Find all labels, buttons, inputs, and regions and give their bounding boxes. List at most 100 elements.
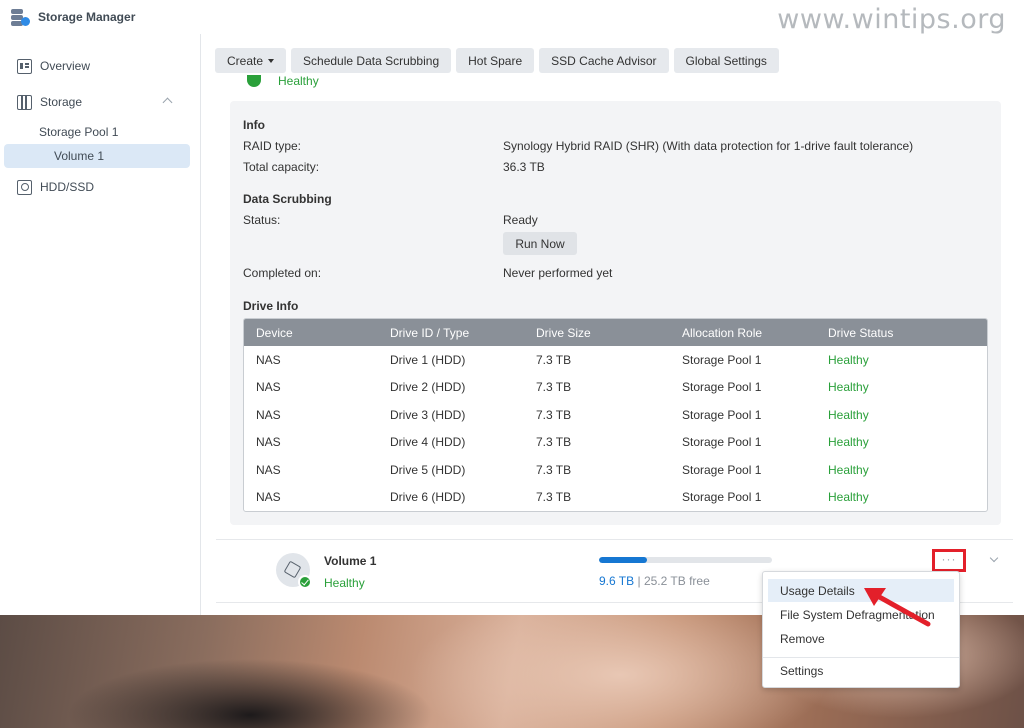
healthy-check-icon <box>298 575 312 589</box>
cell-drive-size: 7.3 TB <box>536 352 572 367</box>
usage-separator: | <box>634 574 644 588</box>
column-header-drive-status[interactable]: Drive Status <box>828 326 974 340</box>
sidebar-item-storage-pool-1[interactable]: Storage Pool 1 <box>0 120 195 144</box>
run-now-button[interactable]: Run Now <box>503 232 577 255</box>
more-options-button[interactable]: ··· <box>932 549 966 572</box>
cell-allocation-role: Storage Pool 1 <box>682 435 762 450</box>
storage-icon <box>17 94 32 110</box>
storage-manager-window: Storage Manager www.wintips.org Overview… <box>0 0 1024 615</box>
cell-drive-size: 7.3 TB <box>536 407 572 422</box>
cell-device: NAS <box>256 407 281 422</box>
sidebar-item-label: HDD/SSD <box>40 180 95 194</box>
toolbar: Create Schedule Data Scrubbing Hot Spare… <box>215 48 779 73</box>
cell-drive-status: Healthy <box>828 352 869 367</box>
cell-drive-size: 7.3 TB <box>536 380 572 395</box>
cell-device: NAS <box>256 380 281 395</box>
sidebar-item-label: Storage <box>40 95 83 109</box>
raid-type-value: Synology Hybrid RAID (SHR) (With data pr… <box>503 139 914 153</box>
drive-info-heading: Drive Info <box>243 299 299 313</box>
data-scrubbing-heading: Data Scrubbing <box>243 192 332 206</box>
scrubbing-status-value: Ready <box>503 213 538 227</box>
table-row[interactable]: NAS Drive 5 (HDD) 7.3 TB Storage Pool 1 … <box>244 456 987 484</box>
global-settings-button[interactable]: Global Settings <box>673 48 779 73</box>
menu-item-settings[interactable]: Settings <box>768 659 954 682</box>
sidebar-item-label: Volume 1 <box>54 149 105 163</box>
column-header-allocation-role[interactable]: Allocation Role <box>682 326 828 340</box>
usage-progress-fill <box>599 557 648 563</box>
cell-drive-id: Drive 4 (HDD) <box>390 435 466 450</box>
annotation-arrow-icon <box>864 588 931 627</box>
title-bar: Storage Manager www.wintips.org <box>0 0 1024 35</box>
cell-drive-id: Drive 1 (HDD) <box>390 352 466 367</box>
cell-drive-status: Healthy <box>828 407 869 422</box>
cell-allocation-role: Storage Pool 1 <box>682 462 762 477</box>
usage-progress-bar <box>599 557 772 563</box>
healthy-check-icon <box>247 75 261 87</box>
hot-spare-button[interactable]: Hot Spare <box>456 48 535 73</box>
cell-drive-status: Healthy <box>828 462 869 477</box>
total-capacity-value: 36.3 TB <box>503 160 545 174</box>
cell-allocation-role: Storage Pool 1 <box>682 352 762 367</box>
app-title: Storage Manager <box>38 10 136 24</box>
cell-allocation-role: Storage Pool 1 <box>682 490 762 505</box>
menu-item-remove[interactable]: Remove <box>768 627 954 650</box>
table-row[interactable]: NAS Drive 1 (HDD) 7.3 TB Storage Pool 1 … <box>244 346 987 374</box>
caret-down-icon <box>268 58 275 63</box>
menu-divider <box>763 657 959 658</box>
cell-allocation-role: Storage Pool 1 <box>682 380 762 395</box>
cell-drive-id: Drive 5 (HDD) <box>390 462 466 477</box>
schedule-data-scrubbing-button[interactable]: Schedule Data Scrubbing <box>291 48 452 73</box>
watermark: www.wintips.org <box>777 4 1006 35</box>
scrubbing-status-label: Status: <box>243 213 281 227</box>
total-capacity-label: Total capacity: <box>243 160 320 174</box>
volume-icon <box>276 553 312 589</box>
completed-on-label: Completed on: <box>243 266 322 280</box>
table-row[interactable]: NAS Drive 6 (HDD) 7.3 TB Storage Pool 1 … <box>244 484 987 512</box>
create-button[interactable]: Create <box>215 48 287 73</box>
sidebar-item-label: Overview <box>40 59 91 73</box>
ssd-cache-advisor-button[interactable]: SSD Cache Advisor <box>539 48 669 73</box>
volume-name: Volume 1 <box>324 554 377 568</box>
cell-drive-size: 7.3 TB <box>536 435 572 450</box>
storage-manager-app-icon <box>10 7 30 27</box>
usage-text: 9.6 TB | 25.2 TB free <box>599 574 710 588</box>
table-row[interactable]: NAS Drive 3 (HDD) 7.3 TB Storage Pool 1 … <box>244 401 987 429</box>
cell-device: NAS <box>256 352 281 367</box>
table-header: Device Drive ID / Type Drive Size Alloca… <box>244 319 987 346</box>
cell-device: NAS <box>256 490 281 505</box>
overview-icon <box>17 58 32 74</box>
volume-status: Healthy <box>324 576 365 590</box>
chevron-up-icon[interactable] <box>162 97 173 108</box>
drive-info-table: Device Drive ID / Type Drive Size Alloca… <box>243 318 988 512</box>
cube-icon <box>283 560 302 579</box>
sidebar-item-overview[interactable]: Overview <box>0 54 195 78</box>
sidebar-item-volume-1[interactable]: Volume 1 <box>4 144 190 168</box>
hdd-icon <box>17 179 32 195</box>
column-header-drive-id[interactable]: Drive ID / Type <box>390 326 536 340</box>
cell-drive-id: Drive 2 (HDD) <box>390 380 466 395</box>
main-content: Create Schedule Data Scrubbing Hot Spare… <box>201 34 1024 615</box>
sidebar-item-storage[interactable]: Storage <box>0 90 195 114</box>
table-row[interactable]: NAS Drive 4 (HDD) 7.3 TB Storage Pool 1 … <box>244 429 987 457</box>
cell-device: NAS <box>256 435 281 450</box>
cell-device: NAS <box>256 462 281 477</box>
info-heading: Info <box>243 118 265 132</box>
sidebar-item-label: Storage Pool 1 <box>39 125 119 139</box>
cell-drive-size: 7.3 TB <box>536 490 572 505</box>
column-header-device[interactable]: Device <box>244 326 390 340</box>
raid-type-label: RAID type: <box>243 139 302 153</box>
more-dots-icon: ··· <box>941 552 957 566</box>
storage-pool-info-panel: Info RAID type: Synology Hybrid RAID (SH… <box>230 101 1001 525</box>
cell-drive-size: 7.3 TB <box>536 462 572 477</box>
completed-on-value: Never performed yet <box>503 266 613 280</box>
cell-drive-status: Healthy <box>828 435 869 450</box>
sidebar: Overview Storage Storage Pool 1 Volume 1… <box>0 34 201 615</box>
sidebar-item-hdd-ssd[interactable]: HDD/SSD <box>0 175 195 199</box>
column-header-drive-size[interactable]: Drive Size <box>536 326 682 340</box>
table-row[interactable]: NAS Drive 2 (HDD) 7.3 TB Storage Pool 1 … <box>244 374 987 402</box>
cell-drive-id: Drive 3 (HDD) <box>390 407 466 422</box>
cell-drive-id: Drive 6 (HDD) <box>390 490 466 505</box>
cell-allocation-role: Storage Pool 1 <box>682 407 762 422</box>
pool-status: Healthy <box>278 74 319 88</box>
chevron-down-icon[interactable] <box>989 553 999 563</box>
